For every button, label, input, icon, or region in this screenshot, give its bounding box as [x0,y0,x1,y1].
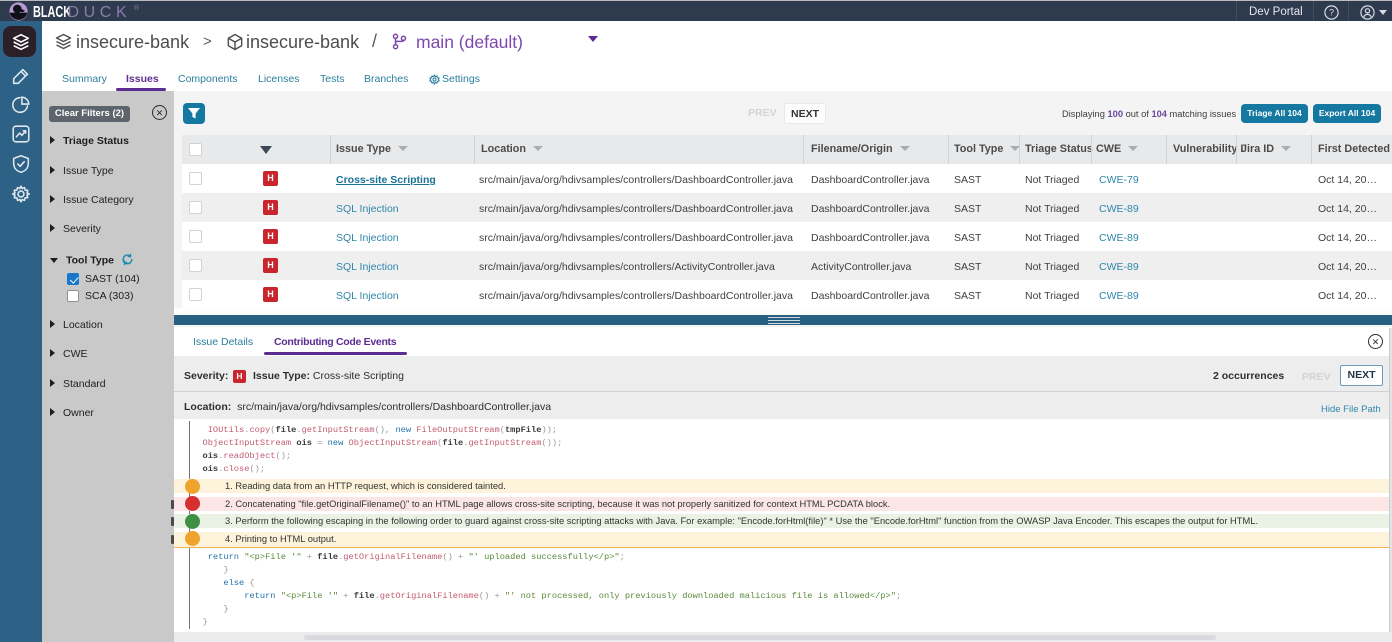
svg-text:?: ? [1329,8,1334,18]
